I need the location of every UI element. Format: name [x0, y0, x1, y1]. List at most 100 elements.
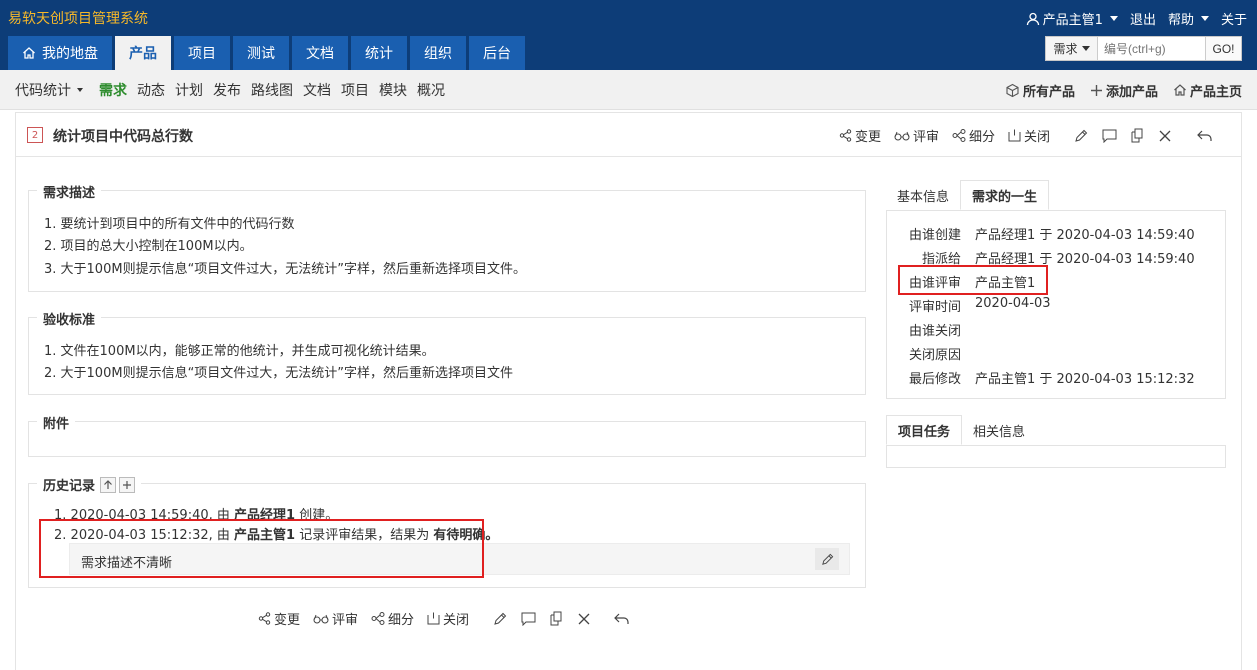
history-title: 历史记录 — [43, 479, 96, 494]
comment-icon — [1102, 129, 1117, 143]
life-value: 2020-04-03 — [975, 296, 1051, 311]
sub-nav-project[interactable]: 项目 — [341, 80, 369, 100]
user-menu[interactable]: 产品主管1 — [1026, 9, 1118, 28]
search-go-button[interactable]: GO! — [1205, 37, 1241, 60]
tab-test[interactable]: 测试 — [233, 36, 289, 70]
life-label: 最后修改 — [908, 372, 961, 387]
attachments-title: 附件 — [37, 413, 76, 432]
glasses-icon — [313, 614, 329, 623]
comment-button[interactable] — [1102, 129, 1117, 143]
sub-nav-plan[interactable]: 计划 — [175, 80, 203, 100]
life-row: 评审时间 2020-04-03 — [887, 296, 1227, 316]
change-button[interactable]: 变更 — [258, 609, 300, 628]
tab-product[interactable]: 产品 — [115, 36, 171, 70]
header-actions: 变更 评审 细分 关闭 — [839, 126, 1226, 145]
help-label: 帮助 — [1167, 13, 1194, 28]
highlight-box-reviewer — [898, 265, 1048, 295]
tab-company[interactable]: 组织 — [410, 36, 466, 70]
logout-link[interactable]: 退出 — [1130, 9, 1156, 28]
verify-section: 验收标准 1. 文件在100M以内，能够正常的他统计，并生成可视化统计结果。 2… — [28, 309, 866, 395]
back-button[interactable] — [614, 613, 629, 625]
share-icon — [258, 612, 271, 625]
glasses-icon — [894, 131, 910, 140]
app-brand[interactable]: 易软天创项目管理系统 — [8, 8, 148, 28]
tab-report[interactable]: 统计 — [351, 36, 407, 70]
tab-project-tasks[interactable]: 项目任务 — [886, 415, 963, 445]
back-button[interactable] — [1197, 130, 1212, 142]
review-button[interactable]: 评审 — [313, 609, 358, 628]
tab-story-life[interactable]: 需求的一生 — [960, 180, 1050, 210]
tab-admin[interactable]: 后台 — [469, 36, 525, 70]
project-tasks-panel — [886, 445, 1226, 468]
help-menu[interactable]: 帮助 — [1168, 9, 1209, 28]
description-section: 需求描述 1. 要统计到项目中的所有文件中的代码行数 2. 项目的总大小控制在1… — [28, 182, 866, 292]
delete-button[interactable] — [1159, 130, 1171, 142]
plus-icon — [1090, 84, 1102, 96]
verify-line: 2. 大于100M则提示信息“项目文件过大，无法统计”字样，然后重新选择项目文件 — [44, 366, 514, 381]
life-row: 关闭原因 — [887, 344, 1227, 364]
search-type-select[interactable]: 需求 — [1046, 37, 1098, 60]
comment-button[interactable] — [521, 612, 536, 626]
change-label: 变更 — [274, 613, 301, 628]
tab-my[interactable]: 我的地盘 — [8, 36, 112, 70]
edit-comment-button[interactable] — [815, 548, 839, 570]
close-story-button[interactable]: 关闭 — [1008, 126, 1050, 145]
close-story-label: 关闭 — [1024, 130, 1051, 145]
sub-nav-view[interactable]: 概况 — [417, 80, 445, 100]
sub-nav-left: 代码统计 需求 动态 计划 发布 路线图 文档 项目 模块 概况 — [15, 70, 445, 110]
life-row: 由谁创建 产品经理1 于 2020-04-03 14:59:40 — [887, 224, 1227, 244]
footer-actions: 变更 评审 细分 关闭 — [258, 609, 643, 628]
sub-nav-product-switcher[interactable]: 代码统计 — [15, 80, 83, 100]
arrow-up-icon — [104, 479, 112, 489]
user-name: 产品主管1 — [1042, 13, 1103, 28]
product-home-link[interactable]: 产品主页 — [1173, 81, 1242, 100]
review-label: 评审 — [913, 130, 940, 145]
add-product-link[interactable]: 添加产品 — [1090, 81, 1158, 100]
close-story-button[interactable]: 关闭 — [427, 609, 469, 628]
all-products-link[interactable]: 所有产品 — [1005, 81, 1075, 100]
sub-nav: 代码统计 需求 动态 计划 发布 路线图 文档 项目 模块 概况 所有产品 添加… — [0, 70, 1257, 110]
review-button[interactable]: 评审 — [894, 126, 939, 145]
edit-button[interactable] — [493, 612, 507, 626]
copy-button[interactable] — [550, 611, 564, 626]
life-label: 关闭原因 — [908, 348, 961, 363]
tab-related-info[interactable]: 相关信息 — [962, 415, 1036, 445]
subdivide-button[interactable]: 细分 — [952, 126, 995, 145]
sub-nav-module[interactable]: 模块 — [379, 80, 407, 100]
story-header: 2 统计项目中代码总行数 变更 评审 细分 关闭 — [16, 113, 1241, 157]
sub-nav-story[interactable]: 需求 — [99, 80, 127, 100]
history-expand-button[interactable] — [119, 476, 136, 493]
sub-nav-release[interactable]: 发布 — [213, 80, 241, 100]
description-line: 1. 要统计到项目中的所有文件中的代码行数 — [44, 217, 295, 232]
change-label: 变更 — [855, 130, 882, 145]
change-button[interactable]: 变更 — [839, 126, 881, 145]
power-off-icon — [427, 612, 440, 625]
edit-button[interactable] — [1074, 129, 1088, 143]
top-bar: 易软天创项目管理系统 产品主管1 退出 帮助 关于 我的地盘 产品 项目 测试 … — [0, 0, 1257, 70]
search-input[interactable] — [1098, 37, 1205, 60]
highlight-box-history — [39, 519, 484, 578]
story-title: 统计项目中代码总行数 — [53, 129, 193, 145]
delete-button[interactable] — [578, 613, 590, 625]
main-nav: 我的地盘 产品 项目 测试 文档 统计 组织 后台 — [8, 36, 525, 70]
copy-button[interactable] — [1131, 128, 1145, 143]
sub-nav-roadmap[interactable]: 路线图 — [251, 80, 293, 100]
story-life-panel: 由谁创建 产品经理1 于 2020-04-03 14:59:40 指派给 产品经理1… — [886, 210, 1226, 399]
history-reverse-button[interactable] — [100, 476, 117, 493]
undo-icon — [1197, 130, 1212, 141]
pencil-icon — [494, 612, 507, 625]
tab-doc[interactable]: 文档 — [292, 36, 348, 70]
tab-project[interactable]: 项目 — [174, 36, 230, 70]
chevron-down-icon — [1200, 16, 1209, 21]
copy-icon — [1131, 128, 1143, 143]
search-type-label: 需求 — [1053, 42, 1078, 56]
about-link[interactable]: 关于 — [1221, 9, 1247, 28]
sub-nav-doc[interactable]: 文档 — [303, 80, 331, 100]
subdivide-button[interactable]: 细分 — [371, 609, 414, 628]
tab-basic-info[interactable]: 基本信息 — [886, 180, 960, 210]
user-icon — [1026, 12, 1039, 25]
chevron-down-icon — [1081, 46, 1090, 51]
sub-nav-dynamic[interactable]: 动态 — [137, 80, 165, 100]
pencil-icon — [1075, 129, 1088, 142]
product-home-label: 产品主页 — [1189, 84, 1242, 100]
